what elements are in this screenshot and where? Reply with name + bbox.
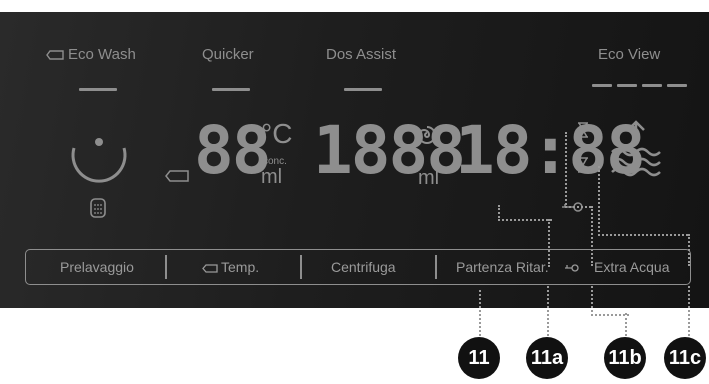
callout-line-11b-b: [625, 313, 627, 336]
callout-trace-11b-b: [565, 206, 591, 208]
bottom-button-bar: Prelavaggio Temp. Centrifuga Partenza Ri…: [25, 249, 691, 285]
eco-view-button[interactable]: Eco View: [598, 46, 660, 63]
temperature-digits: 88: [194, 112, 271, 189]
temp-tag-icon-small: [202, 264, 218, 273]
bar-divider-2: [300, 255, 302, 279]
callout-trace-11a: [498, 205, 552, 221]
dose-unit: ml: [418, 167, 440, 189]
eco-view-bar-3: [642, 84, 662, 87]
callout-trace-11c-a: [598, 166, 600, 236]
cycle-progress-icon: [71, 138, 127, 183]
centrifuga-button[interactable]: Centrifuga: [331, 259, 396, 275]
quicker-indicator: [212, 88, 250, 91]
eco-wash-label: Eco Wash: [68, 46, 136, 63]
callout-trace-11b-a: [565, 132, 567, 208]
eco-wash-indicator: [79, 88, 117, 91]
dos-assist-button[interactable]: Dos Assist: [326, 46, 396, 63]
callout-badge-11: 11: [458, 337, 500, 379]
concentration-unit: ml: [261, 166, 283, 188]
hourglass-icon-1: [578, 122, 588, 138]
temp-button[interactable]: Temp.: [202, 259, 259, 275]
detergent-icon: [90, 198, 106, 218]
callout-badge-11c: 11c: [664, 337, 706, 379]
callout-line-11b-a: [591, 286, 629, 316]
extra-acqua-button[interactable]: Extra Acqua: [594, 259, 670, 275]
dose-digits: 1888: [313, 112, 466, 189]
eco-view-bar-1: [592, 84, 612, 87]
extra-water-icon: [611, 120, 661, 177]
callout-line-11a: [547, 286, 549, 336]
partenza-ritar-button[interactable]: Partenza Ritar.: [456, 259, 549, 275]
eco-view-bar-2: [617, 84, 637, 87]
temp-button-label: Temp.: [221, 259, 260, 275]
hourglass-icon-2: [578, 157, 588, 173]
bar-divider-1: [165, 255, 167, 279]
callout-line-11: [479, 290, 481, 336]
quicker-button[interactable]: Quicker: [202, 46, 254, 63]
key-lock-icon-small: [565, 264, 579, 272]
temp-tag-icon: [165, 170, 189, 182]
tag-icon: [46, 50, 64, 60]
bar-divider-3: [435, 255, 437, 279]
callout-badge-11a: 11a: [526, 337, 568, 379]
callout-badge-11b: 11b: [604, 337, 646, 379]
dos-assist-indicator: [344, 88, 382, 91]
eco-view-bar-4: [667, 84, 687, 87]
callout-trace-11c-b: [598, 234, 688, 236]
temperature-unit: °C: [261, 118, 293, 149]
spin-icon: [417, 126, 436, 144]
prelavaggio-button[interactable]: Prelavaggio: [60, 259, 134, 275]
eco-wash-button[interactable]: Eco Wash: [46, 46, 136, 63]
callout-line-11c: [688, 286, 690, 336]
